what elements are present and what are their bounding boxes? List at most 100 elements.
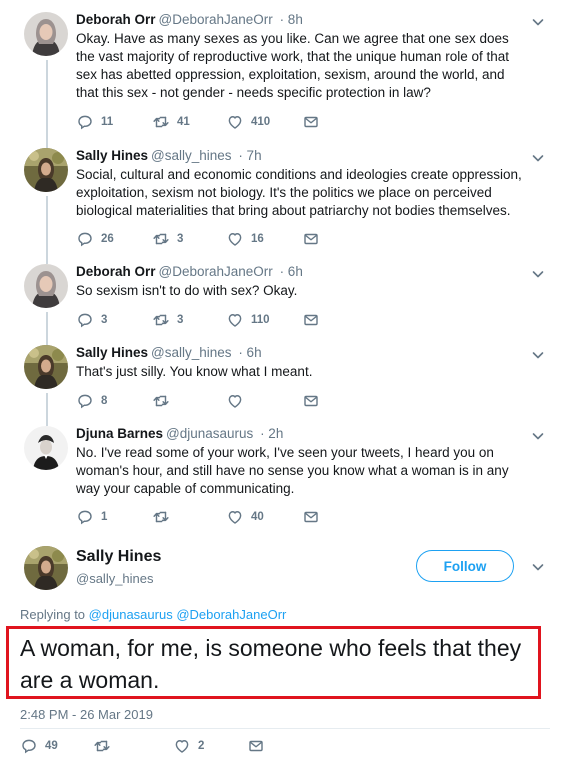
reply-count: 1 — [101, 511, 108, 523]
like-button[interactable]: 2 — [173, 736, 204, 756]
reply-button[interactable]: 11 — [76, 112, 113, 132]
mention-link[interactable]: @djunasaurus — [89, 607, 173, 622]
avatar[interactable] — [24, 345, 68, 389]
author-handle[interactable]: @sally_hines — [151, 345, 232, 360]
retweet-icon — [152, 508, 170, 526]
tweet-time[interactable]: · 6h — [238, 345, 261, 360]
replying-to: Replying to @djunasaurus @DeborahJaneOrr — [20, 607, 286, 622]
heart-icon — [226, 311, 244, 329]
retweet-icon — [152, 392, 170, 410]
thread-line — [46, 312, 48, 345]
reply-icon — [20, 737, 38, 755]
chevron-down-icon[interactable] — [530, 14, 546, 30]
avatar[interactable] — [24, 12, 68, 56]
reply-button[interactable]: 8 — [76, 391, 107, 411]
like-button[interactable] — [226, 391, 251, 411]
avatar[interactable] — [24, 264, 68, 308]
direct-message-button[interactable] — [302, 112, 320, 132]
chevron-down-icon[interactable] — [530, 559, 546, 575]
author-name[interactable]: Deborah Orr — [76, 264, 156, 279]
thread-line — [46, 60, 48, 148]
tweet-header: Sally Hines @sally_hines · 7h — [76, 148, 262, 163]
retweet-icon — [152, 311, 170, 329]
retweet-count: 3 — [177, 314, 184, 326]
heart-icon — [226, 508, 244, 526]
author-name[interactable]: Djuna Barnes — [76, 426, 163, 441]
heart-icon — [226, 392, 244, 410]
chevron-down-icon[interactable] — [530, 428, 546, 444]
envelope-icon — [247, 737, 265, 755]
tweet-time[interactable]: · 7h — [238, 148, 261, 163]
tweet-text: No. I've read some of your work, I've se… — [76, 445, 509, 496]
like-count: 16 — [251, 233, 264, 245]
author-handle[interactable]: @djunasaurus — [166, 426, 253, 441]
chevron-down-icon[interactable] — [530, 150, 546, 166]
retweet-button[interactable] — [152, 391, 177, 411]
retweet-button[interactable] — [93, 736, 118, 756]
author-name[interactable]: Sally Hines — [76, 548, 161, 566]
author-name[interactable]: Sally Hines — [76, 345, 148, 360]
retweet-button[interactable]: 3 — [152, 229, 183, 249]
direct-message-button[interactable] — [302, 310, 320, 330]
replying-label: Replying to — [20, 607, 86, 622]
retweet-button[interactable]: 3 — [152, 310, 183, 330]
heart-icon — [226, 113, 244, 131]
author-name[interactable]: Deborah Orr — [76, 12, 156, 27]
reply-count: 26 — [101, 233, 114, 245]
focus-tweet-text: A woman, for me, is someone who feels th… — [20, 635, 522, 693]
envelope-icon — [302, 311, 320, 329]
direct-message-button[interactable] — [302, 507, 320, 527]
author-handle[interactable]: @sally_hines — [151, 148, 232, 163]
tweet-header: Deborah Orr @DeborahJaneOrr · 8h — [76, 12, 303, 27]
tweet-actions: 1 40 — [76, 507, 376, 527]
avatar[interactable] — [24, 546, 68, 590]
like-button[interactable]: 40 — [226, 507, 264, 527]
author-name[interactable]: Sally Hines — [76, 148, 148, 163]
chevron-down-icon[interactable] — [530, 266, 546, 282]
reply-button[interactable]: 1 — [76, 507, 107, 527]
avatar[interactable] — [24, 148, 68, 192]
direct-message-button[interactable] — [302, 391, 320, 411]
tweet-timestamp[interactable]: 2:48 PM - 26 Mar 2019 — [20, 707, 153, 722]
retweet-button[interactable]: 41 — [152, 112, 190, 132]
tweet-actions: 49 2 — [20, 736, 320, 756]
retweet-icon — [93, 737, 111, 755]
reply-button[interactable]: 26 — [76, 229, 114, 249]
tweet-time[interactable]: · 8h — [280, 12, 303, 27]
envelope-icon — [302, 230, 320, 248]
envelope-icon — [302, 113, 320, 131]
like-count: 2 — [198, 740, 205, 752]
chevron-down-icon[interactable] — [530, 347, 546, 363]
tweet-text: Okay. Have as many sexes as you like. Ca… — [76, 31, 509, 100]
tweet-header: Sally Hines @sally_hines · 6h — [76, 345, 262, 360]
tweet-header: Deborah Orr @DeborahJaneOrr · 6h — [76, 264, 303, 279]
author-handle[interactable]: @DeborahJaneOrr — [159, 12, 273, 27]
follow-button[interactable]: Follow — [416, 550, 514, 582]
retweet-count: 41 — [177, 116, 190, 128]
tweet-actions: 26 3 16 — [76, 229, 376, 249]
thread-line — [46, 393, 48, 426]
like-button[interactable]: 110 — [226, 310, 270, 330]
tweet-actions: 8 — [76, 391, 376, 411]
retweet-button[interactable] — [152, 507, 177, 527]
tweet-text: So sexism isn't to do with sex? Okay. — [76, 283, 298, 298]
author-handle[interactable]: @sally_hines — [76, 571, 154, 586]
like-count: 40 — [251, 511, 264, 523]
like-count: 410 — [251, 116, 271, 128]
mention-link[interactable]: @DeborahJaneOrr — [176, 607, 286, 622]
reply-button[interactable]: 3 — [76, 310, 107, 330]
reply-button[interactable]: 49 — [20, 736, 58, 756]
heart-icon — [173, 737, 191, 755]
tweet-time[interactable]: · 6h — [280, 264, 303, 279]
like-button[interactable]: 16 — [226, 229, 264, 249]
author-handle[interactable]: @DeborahJaneOrr — [159, 264, 273, 279]
like-button[interactable]: 410 — [226, 112, 270, 132]
direct-message-button[interactable] — [247, 736, 265, 756]
reply-icon — [76, 230, 94, 248]
divider — [20, 728, 550, 729]
retweet-icon — [152, 230, 170, 248]
tweet-time[interactable]: · 2h — [260, 426, 283, 441]
direct-message-button[interactable] — [302, 229, 320, 249]
avatar[interactable] — [24, 426, 68, 470]
tweet-actions: 11 41 410 — [76, 112, 376, 132]
